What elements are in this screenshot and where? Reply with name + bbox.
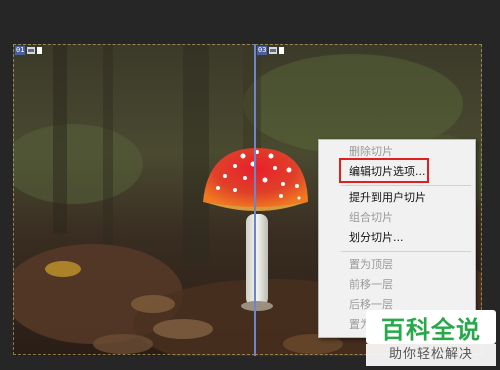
slice-link-icon [279, 47, 285, 54]
watermark: 百科全说 助你轻松解决 [366, 310, 496, 368]
highlight-box [339, 158, 429, 183]
slice-image-icon [27, 47, 36, 54]
slice-number: 01 [15, 46, 26, 55]
canvas-area[interactable]: 01 03 删除切片 编辑切片选项... 提升到用户切片 组合切片 划分切片..… [0, 0, 500, 370]
slice-badge-01[interactable]: 01 [15, 46, 43, 55]
menu-item-promote-to-user-slice[interactable]: 提升到用户切片 [319, 188, 475, 208]
menu-item-bring-to-front[interactable]: 置为顶层 [319, 255, 475, 275]
slice-number: 03 [257, 46, 268, 55]
slice-divider[interactable] [254, 44, 256, 356]
menu-separator [341, 251, 471, 252]
menu-item-bring-forward[interactable]: 前移一层 [319, 275, 475, 295]
slice-link-icon [37, 47, 43, 54]
slice-badge-03[interactable]: 03 [257, 46, 285, 55]
watermark-logo: 百科全说 [366, 310, 496, 344]
slice-image-icon [269, 47, 278, 54]
watermark-subtitle: 助你轻松解决 [366, 344, 496, 366]
slice-frame-left[interactable] [13, 44, 255, 355]
menu-separator [341, 185, 471, 186]
menu-item-divide-slice[interactable]: 划分切片... [319, 228, 475, 248]
menu-item-combine-slices[interactable]: 组合切片 [319, 208, 475, 228]
